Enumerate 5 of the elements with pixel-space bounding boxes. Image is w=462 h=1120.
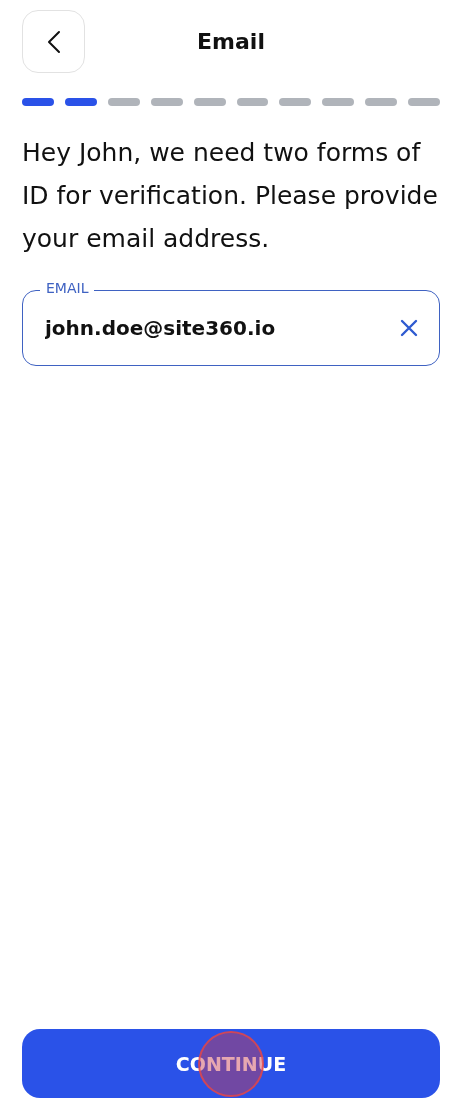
chevron-left-icon: [46, 29, 61, 54]
clear-icon[interactable]: [400, 319, 418, 337]
field-label: EMAIL: [40, 280, 95, 296]
screen-title: Email: [197, 29, 265, 54]
instruction-text: Hey John, we need two forms of ID for verification. Please provide your email address.: [22, 137, 439, 255]
